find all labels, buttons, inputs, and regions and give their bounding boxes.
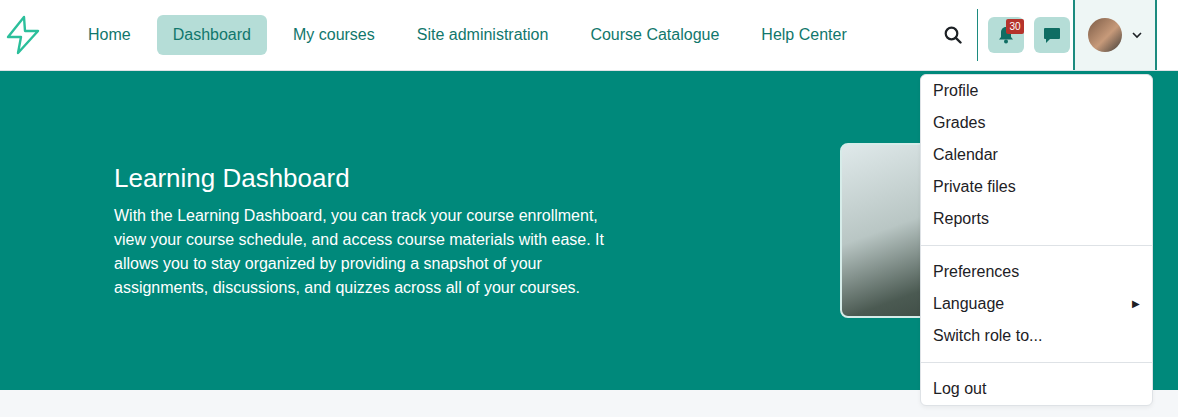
site-logo[interactable] bbox=[0, 15, 72, 55]
user-menu-item[interactable]: Preferences bbox=[921, 256, 1152, 288]
menu-item-label: Log out bbox=[933, 377, 986, 401]
user-menu-item[interactable]: Language ▶ bbox=[921, 288, 1152, 320]
menu-item-label: Profile bbox=[933, 79, 978, 103]
nav-item-wrap: Site administration bbox=[401, 15, 565, 55]
user-menu-item[interactable]: Private files bbox=[921, 171, 1152, 203]
nav-link[interactable]: Dashboard bbox=[157, 15, 267, 55]
user-menu-toggle[interactable] bbox=[1073, 0, 1157, 70]
menu-item-label: Preferences bbox=[933, 260, 1019, 284]
navbar-divider bbox=[977, 9, 978, 61]
user-menu-item[interactable]: Switch role to... bbox=[921, 320, 1152, 352]
notification-count-badge: 30 bbox=[1006, 19, 1024, 34]
nav-item-wrap: Dashboard bbox=[157, 15, 267, 55]
nav-item-wrap: Course Catalogue bbox=[574, 15, 735, 55]
chevron-down-icon bbox=[1132, 32, 1142, 39]
navbar-actions: 30 bbox=[935, 0, 1178, 70]
menu-item-label: Private files bbox=[933, 175, 1016, 199]
main-nav: HomeDashboardMy coursesSite administrati… bbox=[72, 15, 863, 55]
hero-copy: Learning Dashboard With the Learning Das… bbox=[114, 162, 634, 300]
user-avatar bbox=[1088, 18, 1122, 52]
menu-item-label: Reports bbox=[933, 207, 989, 231]
menu-item-label: Language bbox=[933, 292, 1004, 316]
menu-divider bbox=[921, 245, 1152, 246]
logo-icon bbox=[4, 15, 42, 55]
menu-item-label: Switch role to... bbox=[933, 324, 1042, 348]
user-menu: Profile Grades Calendar Private files Report… bbox=[920, 74, 1153, 406]
menu-divider bbox=[921, 362, 1152, 363]
nav-item-wrap: Help Center bbox=[745, 15, 862, 55]
nav-link[interactable]: Course Catalogue bbox=[574, 15, 735, 55]
search-button[interactable] bbox=[935, 17, 971, 53]
menu-item-label: Grades bbox=[933, 111, 985, 135]
hero-text: With the Learning Dashboard, you can tra… bbox=[114, 204, 619, 300]
top-navbar: HomeDashboardMy coursesSite administrati… bbox=[0, 0, 1178, 71]
nav-link[interactable]: My courses bbox=[277, 15, 391, 55]
user-menu-item[interactable]: Calendar bbox=[921, 139, 1152, 171]
search-icon bbox=[944, 26, 962, 44]
menu-item-label: Calendar bbox=[933, 143, 998, 167]
hero-title: Learning Dashboard bbox=[114, 162, 634, 194]
nav-link[interactable]: Home bbox=[72, 15, 147, 55]
user-menu-item[interactable]: Reports bbox=[921, 203, 1152, 235]
user-menu-item[interactable]: Profile bbox=[921, 75, 1152, 107]
user-menu-item[interactable]: Log out bbox=[921, 373, 1152, 405]
nav-link[interactable]: Help Center bbox=[745, 15, 862, 55]
messages-button[interactable] bbox=[1034, 17, 1070, 53]
chat-icon bbox=[1043, 27, 1061, 44]
submenu-arrow-icon: ▶ bbox=[1132, 292, 1140, 316]
nav-item-wrap: Home bbox=[72, 15, 147, 55]
user-menu-item[interactable]: Grades bbox=[921, 107, 1152, 139]
notifications-button[interactable]: 30 bbox=[988, 17, 1024, 53]
nav-link[interactable]: Site administration bbox=[401, 15, 565, 55]
nav-item-wrap: My courses bbox=[277, 15, 391, 55]
